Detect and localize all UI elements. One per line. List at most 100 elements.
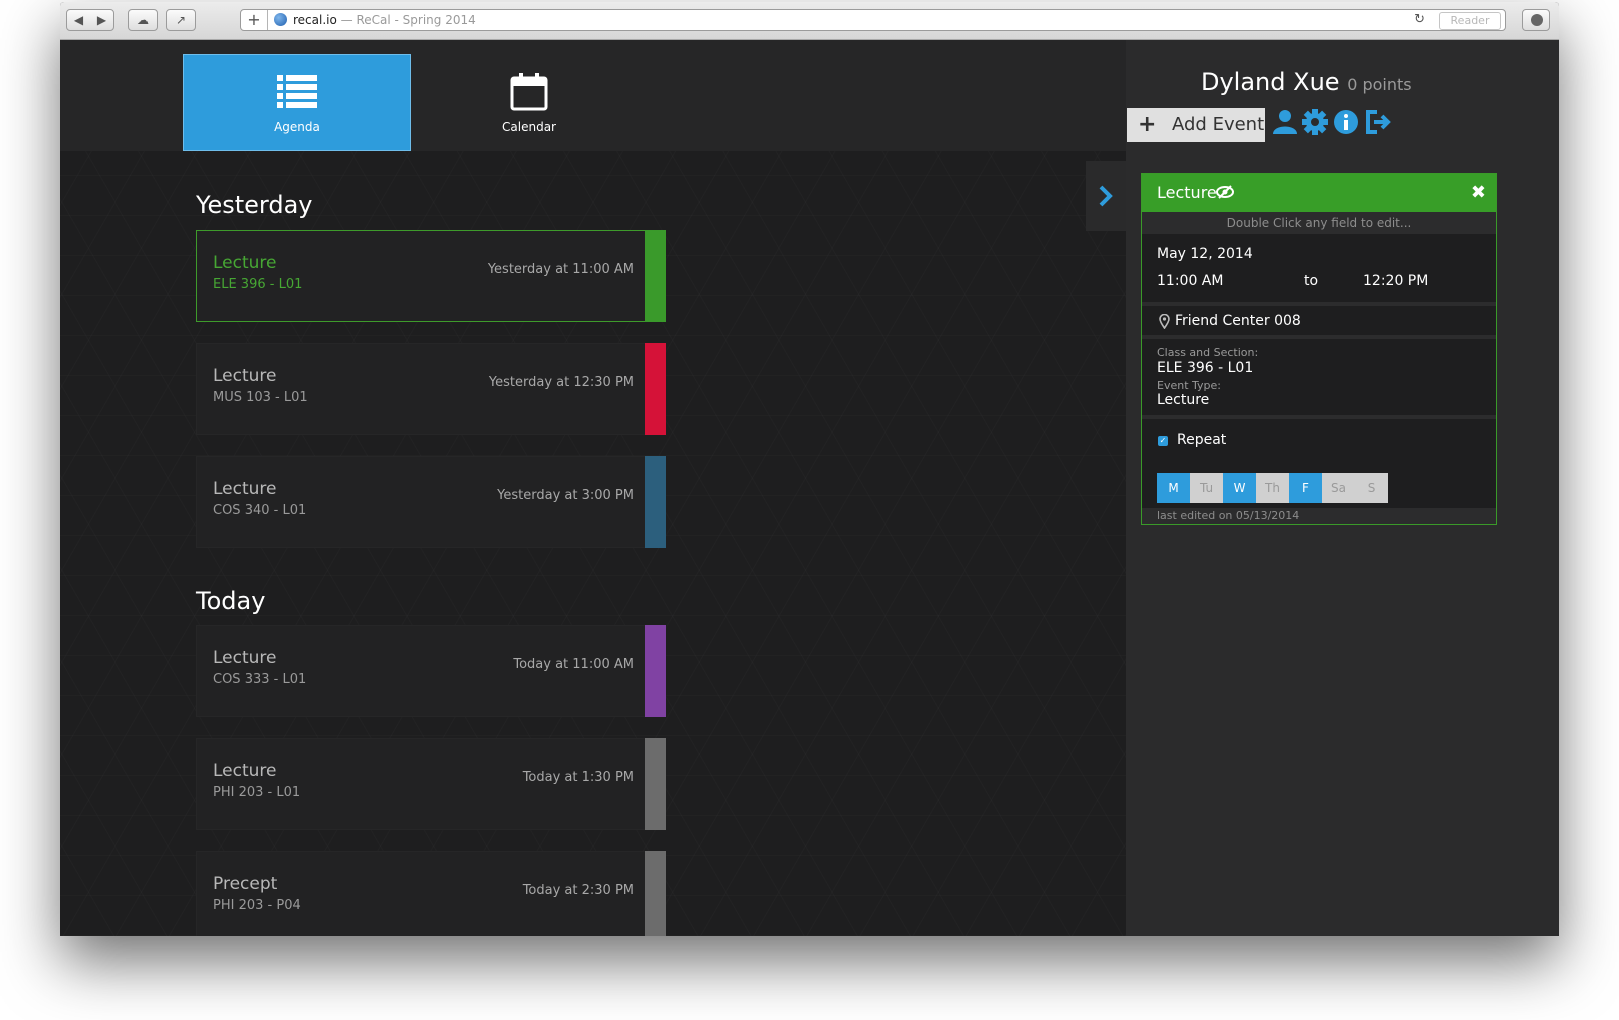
cloud-icon: ☁: [137, 13, 149, 27]
divider: [1142, 415, 1496, 419]
eye-slash-icon[interactable]: [1216, 185, 1234, 199]
event-name: Lecture: [213, 366, 277, 386]
section-title-today: Today: [196, 587, 266, 615]
url-host: recal.io: [293, 13, 337, 27]
gear-icon[interactable]: [1301, 108, 1329, 136]
repeat-label: Repeat: [1177, 432, 1227, 448]
downloads-icon: [1531, 14, 1543, 26]
event-color-stripe: [645, 456, 666, 548]
event-card[interactable]: Lecture PHI 203 - L01 Today at 1:30 PM: [196, 738, 666, 830]
day-toggle-wednesday[interactable]: W: [1223, 473, 1256, 503]
add-event-label: Add Event: [1172, 114, 1265, 135]
event-detail-title[interactable]: Lecture: [1157, 183, 1217, 202]
last-edited: last edited on 05/13/2014: [1142, 508, 1496, 524]
location-pin-icon: [1159, 314, 1170, 329]
chevron-right-icon: [1099, 185, 1113, 207]
user-name-line: Dyland Xue 0 points: [1201, 68, 1412, 96]
event-course: ELE 396 - L01: [213, 277, 303, 292]
event-course: COS 340 - L01: [213, 503, 307, 518]
icloud-button[interactable]: ☁: [128, 9, 158, 31]
reader-button[interactable]: Reader: [1439, 12, 1501, 30]
sidebar: Dyland Xue 0 points + Add Event Lecture …: [1126, 40, 1559, 936]
event-time: Yesterday at 11:00 AM: [487, 262, 634, 277]
event-name: Precept: [213, 874, 278, 894]
event-end-time[interactable]: 12:20 PM: [1363, 273, 1428, 289]
calendar-icon: [510, 73, 548, 111]
repeat-checkbox[interactable]: ✓: [1158, 436, 1168, 446]
event-card[interactable]: Lecture COS 340 - L01 Yesterday at 3:00 …: [196, 456, 666, 548]
edit-hint: Double Click any field to edit...: [1142, 212, 1496, 234]
tab-agenda-label: Agenda: [274, 120, 320, 134]
event-date[interactable]: May 12, 2014: [1157, 246, 1253, 262]
tab-agenda[interactable]: Agenda: [183, 54, 411, 151]
event-name: Lecture: [213, 479, 277, 499]
agenda-list: Yesterday Lecture ELE 396 - L01 Yesterda…: [60, 151, 1126, 936]
event-start-time[interactable]: 11:00 AM: [1157, 273, 1223, 289]
share-icon: ↗: [175, 13, 187, 27]
event-color-stripe: [645, 343, 666, 435]
event-card[interactable]: Precept PHI 203 - P04 Today at 2:30 PM: [196, 851, 666, 936]
browser-window: ◀ ▶ ☁ ↗ + recal.io — ReCal - Spring 2014 …: [60, 2, 1559, 936]
day-toggle-tuesday[interactable]: Tu: [1190, 473, 1223, 503]
event-course: COS 333 - L01: [213, 672, 307, 687]
event-course: PHI 203 - L01: [213, 785, 301, 800]
repeat-days: M Tu W Th F Sa S: [1157, 473, 1388, 503]
event-course: MUS 103 - L01: [213, 390, 308, 405]
day-toggle-monday[interactable]: M: [1157, 473, 1190, 503]
event-color-stripe: [645, 738, 666, 830]
event-type-value[interactable]: Lecture: [1157, 392, 1209, 408]
event-card[interactable]: Lecture ELE 396 - L01 Yesterday at 11:00…: [196, 230, 666, 322]
to-label: to: [1304, 273, 1319, 289]
event-course: PHI 203 - P04: [213, 898, 301, 913]
day-toggle-sunday[interactable]: S: [1355, 473, 1388, 503]
event-name: Lecture: [213, 648, 277, 668]
add-event-button[interactable]: + Add Event: [1127, 108, 1265, 142]
back-forward-buttons[interactable]: ◀ ▶: [66, 9, 114, 31]
class-section-label: Class and Section:: [1157, 346, 1259, 359]
info-icon[interactable]: [1332, 108, 1360, 136]
plus-icon: +: [1138, 112, 1157, 137]
logout-icon[interactable]: [1363, 108, 1391, 136]
new-tab-icon[interactable]: +: [241, 10, 268, 30]
event-card[interactable]: Lecture COS 333 - L01 Today at 11:00 AM: [196, 625, 666, 717]
back-icon[interactable]: ◀: [67, 10, 90, 30]
close-icon[interactable]: ✖: [1471, 182, 1486, 203]
event-color-stripe: [645, 851, 666, 936]
event-name: Lecture: [213, 253, 277, 273]
address-bar[interactable]: + recal.io — ReCal - Spring 2014 ↻ Reade…: [240, 9, 1506, 31]
app-header: Agenda Calendar: [60, 40, 1126, 151]
user-points: 0 points: [1347, 75, 1412, 94]
page-title: ReCal - Spring 2014: [356, 13, 476, 27]
browser-toolbar: ◀ ▶ ☁ ↗ + recal.io — ReCal - Spring 2014 …: [60, 2, 1559, 40]
section-title-yesterday: Yesterday: [196, 191, 313, 219]
divider: [1142, 302, 1496, 306]
event-time: Yesterday at 3:00 PM: [497, 488, 634, 503]
user-icon[interactable]: [1271, 108, 1299, 136]
reload-icon[interactable]: ↻: [1414, 10, 1425, 30]
event-color-stripe: [645, 230, 666, 322]
event-type-label: Event Type:: [1157, 379, 1221, 392]
event-color-stripe: [645, 625, 666, 717]
event-detail-panel: Lecture ✖ Double Click any field to edit…: [1141, 173, 1497, 525]
list-icon: [277, 75, 317, 108]
sidebar-toggle-button[interactable]: [1086, 161, 1126, 231]
event-detail-header: Lecture ✖: [1142, 174, 1496, 212]
forward-icon[interactable]: ▶: [90, 10, 113, 30]
user-name: Dyland Xue: [1201, 68, 1340, 96]
divider: [1142, 335, 1496, 339]
day-toggle-friday[interactable]: F: [1289, 473, 1322, 503]
event-name: Lecture: [213, 761, 277, 781]
event-time: Yesterday at 12:30 PM: [488, 375, 634, 390]
day-toggle-saturday[interactable]: Sa: [1322, 473, 1355, 503]
event-card[interactable]: Lecture MUS 103 - L01 Yesterday at 12:30…: [196, 343, 666, 435]
url-separator: —: [336, 13, 357, 27]
downloads-button[interactable]: [1522, 9, 1550, 31]
event-location[interactable]: Friend Center 008: [1175, 313, 1301, 329]
event-time: Today at 1:30 PM: [522, 770, 634, 785]
day-toggle-thursday[interactable]: Th: [1256, 473, 1289, 503]
globe-icon: [274, 13, 287, 26]
class-section-value[interactable]: ELE 396 - L01: [1157, 360, 1253, 376]
share-button[interactable]: ↗: [166, 9, 196, 31]
tab-calendar-label: Calendar: [502, 120, 556, 134]
tab-calendar[interactable]: Calendar: [415, 54, 643, 151]
